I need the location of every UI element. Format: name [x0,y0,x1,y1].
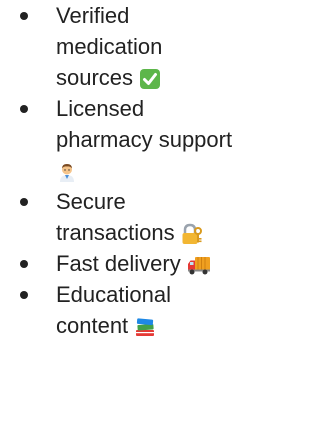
lock-with-key-icon [181,223,203,245]
feature-text: Secure transactions [56,189,175,245]
delivery-truck-icon [187,254,211,276]
bullet-icon [20,291,28,299]
feature-list: Verified medication sources Licensed pha… [0,0,295,341]
bullet-icon [20,198,28,206]
feature-text: Fast delivery [56,251,181,276]
feature-item-pharmacy-support: Licensed pharmacy support [0,93,246,186]
bullet-icon [20,105,28,113]
feature-item-fast-delivery: Fast delivery [0,248,246,279]
books-icon [134,316,156,338]
health-worker-icon [56,161,78,183]
feature-item-secure-transactions: Secure transactions [0,186,214,248]
check-mark-icon [139,68,161,90]
feature-item-verified-sources: Verified medication sources [0,0,214,93]
bullet-icon [20,260,28,268]
bullet-icon [20,12,28,20]
feature-item-educational-content: Educational content [0,279,214,341]
feature-text: Licensed pharmacy support [56,96,233,152]
